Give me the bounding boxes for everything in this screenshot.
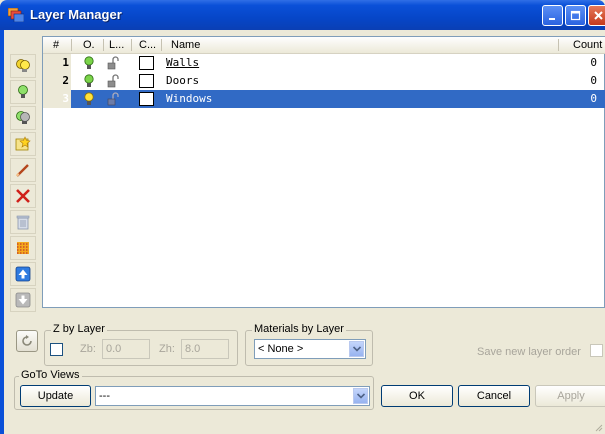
purge-layer-button[interactable] <box>10 210 36 234</box>
refresh-button[interactable] <box>16 330 38 352</box>
layer-pattern-button[interactable] <box>10 236 36 260</box>
unlocked-icon[interactable] <box>107 74 119 88</box>
col-header-number[interactable]: # <box>53 38 59 52</box>
new-layer-button[interactable] <box>10 132 36 156</box>
layer-name: Walls <box>166 56 200 69</box>
column-divider <box>161 39 162 51</box>
new-layer-icon <box>15 136 31 151</box>
save-new-layer-order-label: Save new layer order <box>477 346 581 358</box>
materials-select[interactable]: < None > <box>254 339 366 359</box>
pattern-icon <box>17 242 29 254</box>
layer-color-swatch[interactable] <box>139 92 154 106</box>
layer-name: Doors <box>166 74 200 87</box>
table-row[interactable]: 2 Doors 0 <box>43 72 605 90</box>
table-row[interactable]: 1 Walls 0 <box>43 54 605 72</box>
column-divider <box>558 39 559 51</box>
layers-all-on-icon <box>16 59 30 72</box>
table-row[interactable]: 3 Windows 0 <box>43 90 605 108</box>
layer-toolbar <box>8 34 38 314</box>
cancel-button[interactable]: Cancel <box>458 385 530 407</box>
arrow-down-icon <box>15 292 31 308</box>
unlocked-icon[interactable] <box>107 92 119 106</box>
layer-color-swatch[interactable] <box>139 74 154 88</box>
z-by-layer-label: Z by Layer <box>51 323 107 335</box>
column-divider <box>131 39 132 51</box>
materials-dropdown-button[interactable] <box>349 341 364 357</box>
zb-label: Zb: <box>80 343 96 355</box>
layer-name: Windows <box>166 92 213 105</box>
resize-grip-icon[interactable] <box>593 422 603 432</box>
chevron-down-icon <box>356 393 365 399</box>
row-number: 3 <box>43 90 71 108</box>
column-divider <box>71 39 72 51</box>
materials-by-layer-label: Materials by Layer <box>252 323 346 335</box>
col-header-color[interactable]: C... <box>139 38 156 52</box>
layer-on-icon <box>18 85 28 98</box>
close-icon <box>593 11 603 20</box>
move-down-button[interactable] <box>10 288 36 312</box>
layers-isolate-icon <box>16 111 30 124</box>
window-title: Layer Manager <box>30 7 122 22</box>
maximize-icon <box>570 10 581 21</box>
col-header-on[interactable]: O. <box>83 38 95 52</box>
maximize-button[interactable] <box>565 5 586 26</box>
goto-views-select[interactable]: --- <box>95 386 370 406</box>
light-on-icon[interactable] <box>83 92 95 106</box>
close-button[interactable] <box>588 5 605 26</box>
zh-label: Zh: <box>159 343 175 355</box>
row-number: 2 <box>43 72 71 90</box>
goto-views-label: GoTo Views <box>19 369 82 381</box>
zb-input[interactable]: 0.0 <box>102 339 150 359</box>
layer-count: 0 <box>590 56 597 69</box>
z-by-layer-checkbox[interactable] <box>50 343 63 356</box>
layer-on-button[interactable] <box>10 80 36 104</box>
delete-layer-icon <box>16 189 30 203</box>
layers-isolate-button[interactable] <box>10 106 36 130</box>
ok-button[interactable]: OK <box>381 385 453 407</box>
light-on-icon[interactable] <box>83 56 95 70</box>
column-divider <box>103 39 104 51</box>
col-header-name[interactable]: Name <box>171 38 200 52</box>
edit-layer-icon <box>15 164 29 177</box>
goto-views-dropdown-button[interactable] <box>353 388 368 404</box>
arrow-up-icon <box>15 266 31 282</box>
layer-count: 0 <box>590 92 597 105</box>
layer-manager-app-icon <box>8 8 24 22</box>
update-button[interactable]: Update <box>20 385 91 407</box>
table-header: # O. L... C... Name Count <box>43 37 605 54</box>
layer-count: 0 <box>590 74 597 87</box>
apply-button[interactable]: Apply <box>535 385 605 407</box>
move-up-button[interactable] <box>10 262 36 286</box>
minimize-button[interactable] <box>542 5 563 26</box>
unlocked-icon[interactable] <box>107 56 119 70</box>
col-header-lock[interactable]: L... <box>109 38 124 52</box>
layer-table[interactable]: # O. L... C... Name Count 1 Walls 0 2 Do… <box>42 36 605 308</box>
save-new-layer-order-checkbox[interactable] <box>590 344 603 357</box>
layer-manager-window: Layer Manager # O. L... C... Name Count … <box>0 0 605 434</box>
layers-all-on-button[interactable] <box>10 54 36 78</box>
window-border <box>0 30 4 434</box>
refresh-icon <box>22 335 32 346</box>
trash-icon <box>16 215 30 230</box>
col-header-count[interactable]: Count <box>573 38 602 52</box>
minimize-icon <box>549 18 555 20</box>
materials-select-value: < None > <box>258 343 304 355</box>
layer-color-swatch[interactable] <box>139 56 154 70</box>
goto-views-select-value: --- <box>99 390 110 402</box>
row-number: 1 <box>43 54 71 72</box>
title-bar[interactable]: Layer Manager <box>0 0 605 30</box>
zh-input[interactable]: 8.0 <box>181 339 229 359</box>
delete-layer-button[interactable] <box>10 184 36 208</box>
light-on-icon[interactable] <box>83 74 95 88</box>
edit-layer-button[interactable] <box>10 158 36 182</box>
chevron-down-icon <box>352 346 361 352</box>
